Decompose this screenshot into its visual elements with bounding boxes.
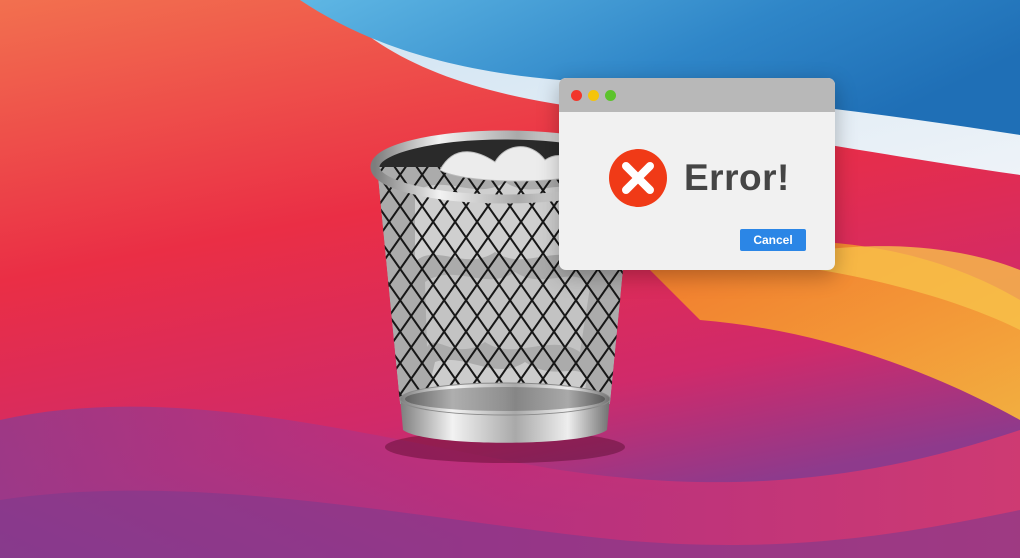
maximize-window-button[interactable] <box>605 90 616 101</box>
dialog-titlebar[interactable] <box>559 78 835 112</box>
cancel-button[interactable]: Cancel <box>740 229 806 251</box>
error-dialog: Error! Cancel <box>559 78 835 270</box>
error-title: Error! <box>684 157 790 198</box>
close-window-button[interactable] <box>571 90 582 101</box>
minimize-window-button[interactable] <box>588 90 599 101</box>
error-x-icon <box>609 149 667 207</box>
